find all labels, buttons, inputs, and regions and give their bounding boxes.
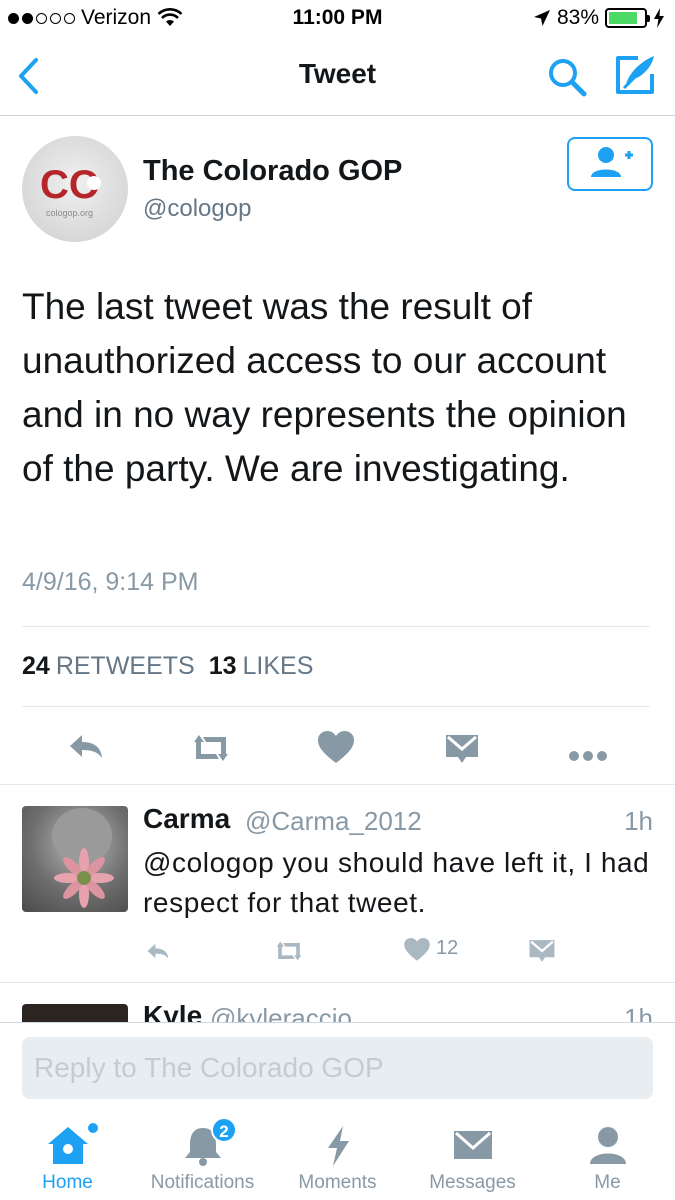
retweet-icon[interactable] [272, 938, 306, 964]
reply-input[interactable] [22, 1037, 653, 1099]
reply-avatar[interactable] [22, 806, 128, 912]
tab-notifications[interactable]: Notifications [135, 1114, 270, 1200]
author-name[interactable]: The Colorado GOP [143, 155, 402, 188]
notifications-badge: 2 [211, 1117, 237, 1143]
person-icon [589, 1127, 626, 1164]
author-handle[interactable]: @cologop [143, 195, 251, 223]
message-icon[interactable] [444, 729, 480, 769]
tab-me[interactable]: Me [540, 1114, 675, 1200]
envelope-icon [453, 1131, 492, 1159]
divider [0, 784, 675, 785]
tweet-stats: 24 RETWEETS 13 LIKES [22, 652, 313, 681]
charging-bolt-icon [654, 8, 664, 28]
tab-label: Home [42, 1172, 93, 1193]
reply-time: 1h [624, 806, 653, 836]
tab-messages[interactable]: Messages [405, 1114, 540, 1200]
svg-text:cologop.org: cologop.org [46, 208, 93, 218]
tweet-timestamp: 4/9/16, 9:14 PM [22, 568, 199, 596]
compose-icon[interactable] [612, 52, 658, 98]
battery-area: 83% [533, 6, 665, 30]
tweet-text: The last tweet was the result of unautho… [22, 286, 627, 489]
tab-moments[interactable]: Moments [270, 1114, 405, 1200]
divider [0, 982, 675, 983]
message-icon[interactable] [528, 938, 556, 964]
retweets-stat[interactable]: 24 RETWEETS [22, 652, 195, 681]
tab-label: Notifications [150, 1172, 255, 1193]
back-chevron-icon[interactable] [14, 56, 44, 96]
tab-label: Me [594, 1172, 621, 1193]
home-new-indicator [88, 1123, 98, 1133]
reply-author-handle[interactable]: @Carma_2012 [245, 806, 422, 837]
tab-label: Moments [298, 1172, 377, 1193]
follow-button[interactable] [567, 137, 653, 191]
flower-photo [52, 808, 114, 908]
like-icon[interactable] [404, 938, 430, 962]
retweet-icon[interactable] [188, 728, 234, 768]
divider [22, 626, 650, 627]
tab-bar: Home Notifications Moments Messages Me [0, 1114, 675, 1200]
divider [22, 706, 650, 707]
reply-author-name[interactable]: Carma [143, 803, 230, 835]
likes-stat[interactable]: 13 LIKES [209, 652, 314, 681]
reply-text: @cologop you should have left it, I had … [143, 847, 650, 918]
home-icon [47, 1127, 88, 1164]
battery-icon [605, 8, 650, 28]
tab-label: Messages [429, 1172, 516, 1193]
search-icon[interactable] [546, 56, 590, 98]
reply-bar [0, 1022, 675, 1114]
more-icon[interactable] [568, 736, 608, 776]
nav-bar: Tweet [0, 38, 675, 116]
battery-percent: 83% [556, 6, 599, 29]
reply-icon[interactable] [143, 938, 173, 964]
location-arrow-icon [533, 10, 550, 26]
add-user-icon [591, 147, 633, 177]
battery-level [609, 12, 638, 24]
reply-like-count: 12 [436, 937, 459, 959]
author-avatar[interactable]: CO cologop.org [22, 136, 128, 242]
status-bar: Verizon 11:00 PM 83% [0, 0, 675, 38]
lightning-icon [327, 1126, 349, 1166]
like-icon[interactable] [318, 728, 354, 768]
tab-home[interactable]: Home [0, 1114, 135, 1200]
reply-icon[interactable] [66, 726, 106, 766]
colorado-gop-logo: CO cologop.org [40, 163, 101, 218]
reply-avatar[interactable] [22, 1004, 128, 1024]
